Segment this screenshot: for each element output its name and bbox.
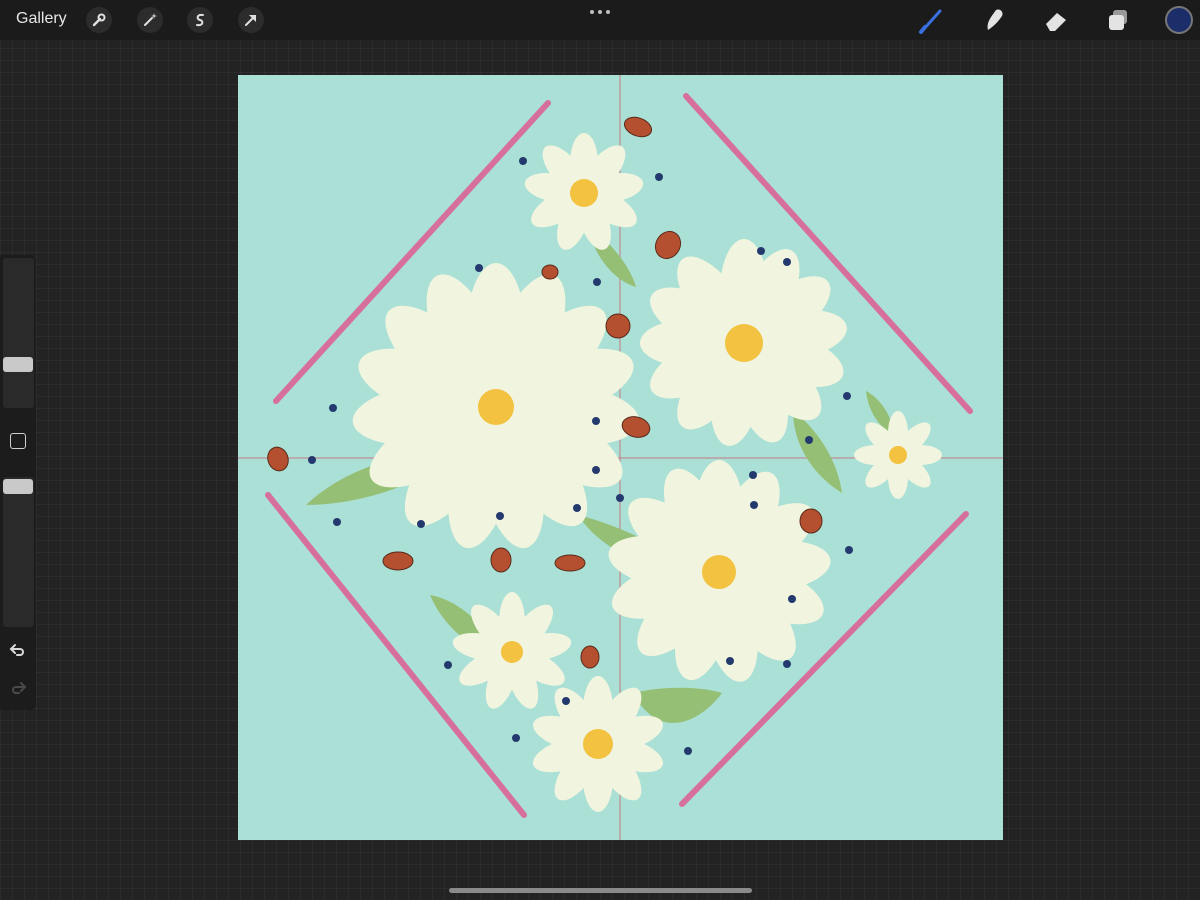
ladybug [580, 645, 600, 669]
flower [854, 411, 942, 499]
ladybug [605, 313, 631, 339]
ladybug [382, 551, 414, 571]
brush-icon[interactable] [918, 6, 946, 34]
flower [524, 133, 644, 250]
opacity-thumb[interactable] [3, 479, 33, 494]
smudge-icon[interactable] [980, 6, 1008, 34]
brush-size-thumb[interactable] [3, 357, 33, 372]
eraser-icon[interactable] [1042, 6, 1070, 34]
redo-icon[interactable] [8, 678, 28, 698]
transform-arrow-icon[interactable] [238, 7, 264, 33]
brush-size-slider[interactable] [3, 258, 34, 408]
modify-button[interactable] [10, 433, 26, 449]
left-sidebar [0, 255, 36, 710]
gallery-button[interactable]: Gallery [16, 10, 67, 28]
ladybug [541, 264, 559, 280]
ladybug [623, 116, 653, 138]
layers-icon[interactable] [1104, 6, 1132, 34]
home-indicator[interactable] [449, 888, 752, 893]
flower [640, 239, 847, 446]
ladybug [490, 547, 512, 573]
ladybug [267, 446, 289, 472]
drawing-canvas[interactable] [238, 75, 1003, 840]
top-toolbar: Gallery [0, 0, 1200, 40]
color-picker-button[interactable] [1165, 6, 1193, 34]
undo-icon[interactable] [8, 640, 28, 660]
ladybug [654, 230, 682, 260]
flower [608, 460, 831, 682]
more-actions-icon[interactable] [588, 4, 612, 20]
opacity-slider[interactable] [3, 477, 34, 627]
leaf [793, 410, 842, 493]
magic-wand-icon[interactable] [137, 7, 163, 33]
flower [352, 263, 640, 549]
ladybug [799, 508, 823, 534]
artwork [238, 75, 1003, 840]
selection-s-icon[interactable] [187, 7, 213, 33]
wrench-icon[interactable] [86, 7, 112, 33]
ladybug [554, 554, 586, 572]
